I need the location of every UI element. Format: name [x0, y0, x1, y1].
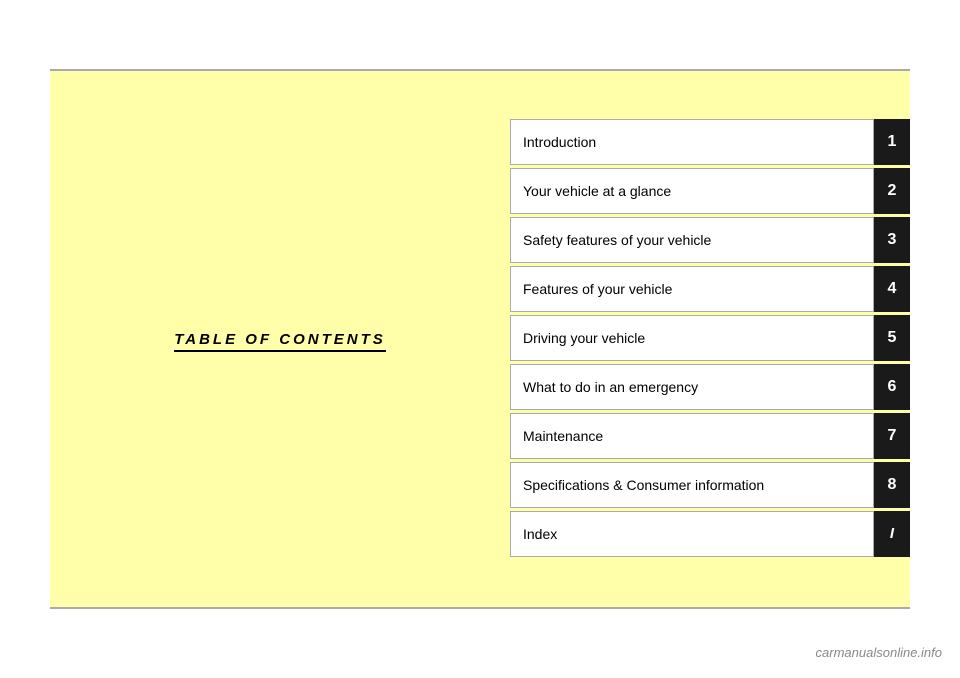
page-container: TABLE OF CONTENTS Introduction1Your vehi…: [50, 69, 910, 609]
toc-item-number: 2: [874, 168, 910, 214]
table-row[interactable]: Maintenance7: [510, 413, 910, 459]
table-row[interactable]: Specifications & Consumer information8: [510, 462, 910, 508]
toc-item-number: 4: [874, 266, 910, 312]
table-row[interactable]: Features of your vehicle4: [510, 266, 910, 312]
table-row[interactable]: Safety features of your vehicle3: [510, 217, 910, 263]
toc-item-label: Features of your vehicle: [510, 266, 874, 312]
toc-item-label: Maintenance: [510, 413, 874, 459]
toc-item-label: Index: [510, 511, 874, 557]
table-row[interactable]: Introduction1: [510, 119, 910, 165]
toc-item-number: 6: [874, 364, 910, 410]
toc-item-number: 8: [874, 462, 910, 508]
toc-item-number: 7: [874, 413, 910, 459]
watermark: carmanualsonline.info: [816, 645, 942, 660]
toc-item-number: 1: [874, 119, 910, 165]
toc-list: Introduction1Your vehicle at a glance2Sa…: [510, 71, 910, 607]
table-row[interactable]: What to do in an emergency6: [510, 364, 910, 410]
toc-title: TABLE OF CONTENTS: [174, 331, 386, 348]
toc-item-label: Introduction: [510, 119, 874, 165]
toc-item-label: Specifications & Consumer information: [510, 462, 874, 508]
table-row[interactable]: Your vehicle at a glance2: [510, 168, 910, 214]
toc-item-number: I: [874, 511, 910, 557]
toc-item-label: Your vehicle at a glance: [510, 168, 874, 214]
toc-item-number: 3: [874, 217, 910, 263]
toc-item-number: 5: [874, 315, 910, 361]
toc-item-label: Driving your vehicle: [510, 315, 874, 361]
table-row[interactable]: Driving your vehicle5: [510, 315, 910, 361]
toc-item-label: Safety features of your vehicle: [510, 217, 874, 263]
table-row[interactable]: IndexI: [510, 511, 910, 557]
left-panel: TABLE OF CONTENTS: [50, 71, 510, 607]
toc-item-label: What to do in an emergency: [510, 364, 874, 410]
